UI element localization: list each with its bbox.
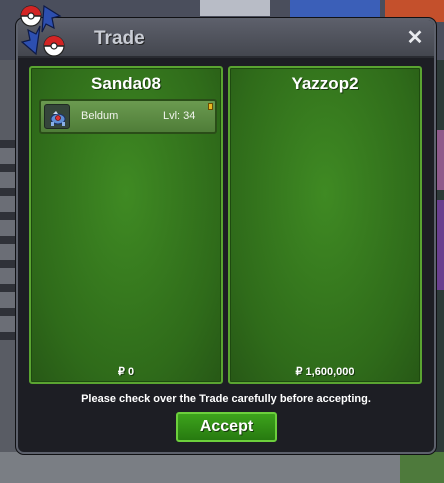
player-name-right: Yazzop2 xyxy=(291,74,359,93)
trade-logo-icon xyxy=(14,2,70,58)
item-level: Lvl: 34 xyxy=(163,110,196,122)
close-icon: ✕ xyxy=(406,27,424,49)
item-name: Beldum xyxy=(81,110,119,122)
background-roof xyxy=(290,0,380,18)
background-roof xyxy=(200,0,270,16)
window-title: Trade xyxy=(94,28,145,49)
item-badge xyxy=(208,103,213,110)
background-ground xyxy=(0,452,444,483)
title-bar: Trade ✕ xyxy=(18,20,434,58)
trade-item[interactable]: Beldum Lvl: 34 xyxy=(39,99,217,134)
trade-panel-left: Sanda08 Beldum Lvl: 34 ₽ 0 xyxy=(29,66,223,384)
trade-notice: Please check over the Trade carefully be… xyxy=(81,393,371,405)
player-name-left: Sanda08 xyxy=(91,74,161,93)
close-button[interactable]: ✕ xyxy=(404,26,426,50)
accept-button[interactable]: Accept xyxy=(176,412,277,442)
beldum-pokemon-icon xyxy=(44,104,70,129)
trade-window: Trade ✕ Sanda08 Beldum Lvl: 34 ₽ 0 Yazzo… xyxy=(16,18,436,454)
money-offer-right: ₽ 1,600,000 xyxy=(295,366,355,378)
background-grass xyxy=(400,452,444,483)
trade-panel-right: Yazzop2 ₽ 1,600,000 xyxy=(228,66,422,384)
money-offer-left: ₽ 0 xyxy=(117,366,135,378)
